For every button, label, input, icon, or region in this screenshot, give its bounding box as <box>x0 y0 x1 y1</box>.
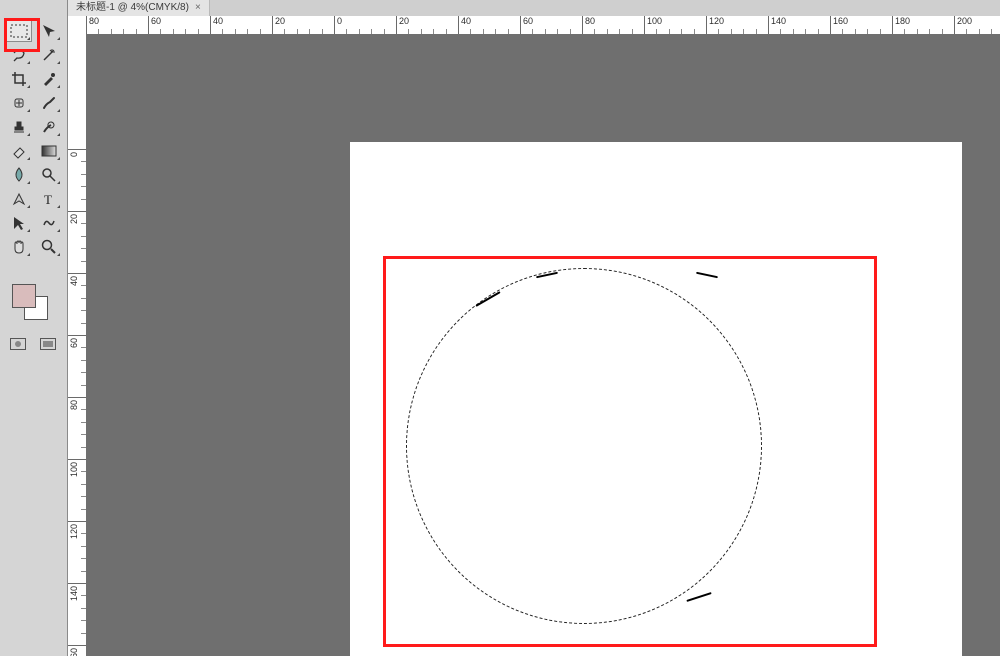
ruler-h-tick: 100 <box>644 16 689 34</box>
ruler-vertical[interactable]: 0 20 40 60 80 100 120 140 160 <box>68 34 87 656</box>
heal-tool[interactable] <box>6 92 32 114</box>
hand-tool[interactable] <box>6 236 32 258</box>
document-tab-strip: 未标题-1 @ 4%(CMYK/8) × <box>68 0 1000 16</box>
ruler-v-tick: 20 <box>68 211 86 212</box>
ruler-v-tick: 40 <box>68 273 86 274</box>
eraser-tool[interactable] <box>6 140 32 162</box>
ruler-v-tick: 0 <box>68 149 86 150</box>
magic-wand-tool[interactable] <box>36 44 62 66</box>
ruler-v-tick: 140 <box>68 583 86 584</box>
color-swatch[interactable] <box>10 282 50 322</box>
ruler-v-tick: 120 <box>68 521 86 522</box>
ruler-h-tick: 0 <box>334 16 379 34</box>
ruler-h-label: 60 <box>523 16 533 26</box>
ruler-h-label: 100 <box>647 16 662 26</box>
ruler-h-label: 180 <box>895 16 910 26</box>
ruler-h-label: 140 <box>771 16 786 26</box>
svg-text:T: T <box>44 192 52 206</box>
ruler-v-label: 60 <box>69 338 79 348</box>
ruler-v-label: 100 <box>69 462 79 477</box>
ruler-v-tick: 160 <box>68 645 86 646</box>
ruler-h-tick: 40 <box>210 16 255 34</box>
toolbox: T <box>0 0 68 656</box>
ruler-h-tick: 80 <box>582 16 627 34</box>
ruler-v-tick: 80 <box>68 397 86 398</box>
ruler-h-tick: 40 <box>458 16 503 34</box>
ruler-v-label: 0 <box>69 152 79 157</box>
ruler-h-label: 0 <box>337 16 342 26</box>
document-tab-title: 未标题-1 @ 4%(CMYK/8) <box>76 0 189 16</box>
ruler-h-label: 120 <box>709 16 724 26</box>
stamp-tool[interactable] <box>6 116 32 138</box>
ruler-h-label: 40 <box>461 16 471 26</box>
ruler-h-tick: 20 <box>272 16 317 34</box>
ruler-v-label: 80 <box>69 400 79 410</box>
ruler-h-label: 200 <box>957 16 972 26</box>
screen-mode-icon[interactable] <box>38 336 58 352</box>
ruler-h-label: 40 <box>213 16 223 26</box>
ruler-v-label: 120 <box>69 524 79 539</box>
ruler-h-tick: 80 <box>86 16 131 34</box>
marquee-selection[interactable] <box>406 268 762 624</box>
standard-mode-icon[interactable] <box>8 336 28 352</box>
blur-tool[interactable] <box>6 164 32 186</box>
ruler-v-label: 40 <box>69 276 79 286</box>
marquee-rect-tool[interactable] <box>6 20 32 42</box>
dodge-tool[interactable] <box>36 164 62 186</box>
eyedropper-tool[interactable] <box>36 68 62 90</box>
document-tab[interactable]: 未标题-1 @ 4%(CMYK/8) × <box>68 0 210 16</box>
ruler-h-label: 60 <box>151 16 161 26</box>
ruler-h-tick: 60 <box>520 16 565 34</box>
ruler-v-label: 160 <box>69 648 79 656</box>
ruler-h-tick: 200 <box>954 16 999 34</box>
ruler-h-label: 20 <box>399 16 409 26</box>
ruler-h-tick: 120 <box>706 16 751 34</box>
ruler-h-tick: 140 <box>768 16 813 34</box>
gradient-tool[interactable] <box>36 140 62 162</box>
ruler-v-tick: 60 <box>68 335 86 336</box>
ruler-v-label: 20 <box>69 214 79 224</box>
lasso-tool[interactable] <box>6 44 32 66</box>
type-tool[interactable]: T <box>36 188 62 210</box>
ruler-h-label: 160 <box>833 16 848 26</box>
close-icon[interactable]: × <box>195 0 201 16</box>
shape-tool[interactable] <box>36 212 62 234</box>
foreground-color-swatch[interactable] <box>12 284 36 308</box>
ruler-v-label: 140 <box>69 586 79 601</box>
history-brush-tool[interactable] <box>36 116 62 138</box>
ruler-h-tick: 20 <box>396 16 441 34</box>
pen-tool[interactable] <box>6 188 32 210</box>
ruler-v-tick: 100 <box>68 459 86 460</box>
ruler-horizontal[interactable]: 80604020020406080100120140160180200 <box>68 16 1000 35</box>
ruler-h-tick: 180 <box>892 16 937 34</box>
move-tool[interactable] <box>36 20 62 42</box>
ruler-h-tick: 60 <box>148 16 193 34</box>
canvas-stage[interactable] <box>86 34 1000 656</box>
ruler-h-label: 80 <box>89 16 99 26</box>
zoom-tool[interactable] <box>36 236 62 258</box>
brush-tool[interactable] <box>36 92 62 114</box>
ruler-h-label: 80 <box>585 16 595 26</box>
ruler-h-tick: 160 <box>830 16 875 34</box>
ruler-h-label: 20 <box>275 16 285 26</box>
crop-tool[interactable] <box>6 68 32 90</box>
path-select-tool[interactable] <box>6 212 32 234</box>
